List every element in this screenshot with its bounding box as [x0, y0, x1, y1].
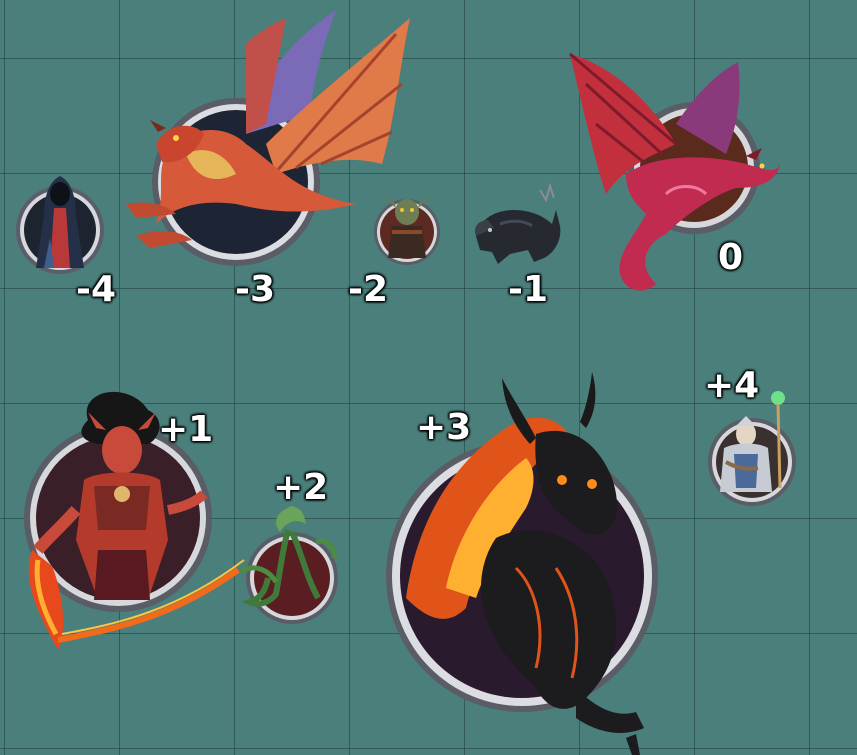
- fire-genasi-icon: [24, 391, 245, 650]
- dark-wolf-icon: [474, 182, 561, 264]
- token-wolf[interactable]: [470, 180, 566, 266]
- token-label: +1: [158, 409, 214, 450]
- token-cleric[interactable]: [706, 388, 802, 510]
- armored-cleric-icon: [708, 391, 796, 506]
- token-goblin[interactable]: [374, 192, 442, 266]
- token-label: +2: [273, 467, 329, 508]
- token-label: -2: [348, 269, 388, 310]
- token-red-dragon[interactable]: [96, 4, 416, 266]
- vine-creature-icon: [238, 506, 338, 624]
- token-label: 0: [718, 237, 744, 278]
- token-label: -3: [235, 269, 275, 310]
- token-label: -4: [76, 269, 116, 310]
- crimson-dragon-icon: [569, 52, 780, 291]
- token-label: +3: [416, 407, 472, 448]
- goblin-icon: [374, 196, 440, 265]
- red-dragon-icon: [126, 10, 410, 266]
- battle-map-grid[interactable]: -4 -3 -2 -1 0 +1 +2 +3 +4: [0, 0, 857, 755]
- token-vine-creature[interactable]: [236, 502, 340, 626]
- token-label: +4: [704, 365, 760, 406]
- token-label: -1: [508, 269, 548, 310]
- token-crimson-dragon[interactable]: [566, 44, 786, 306]
- token-fire-genasi[interactable]: [18, 390, 250, 664]
